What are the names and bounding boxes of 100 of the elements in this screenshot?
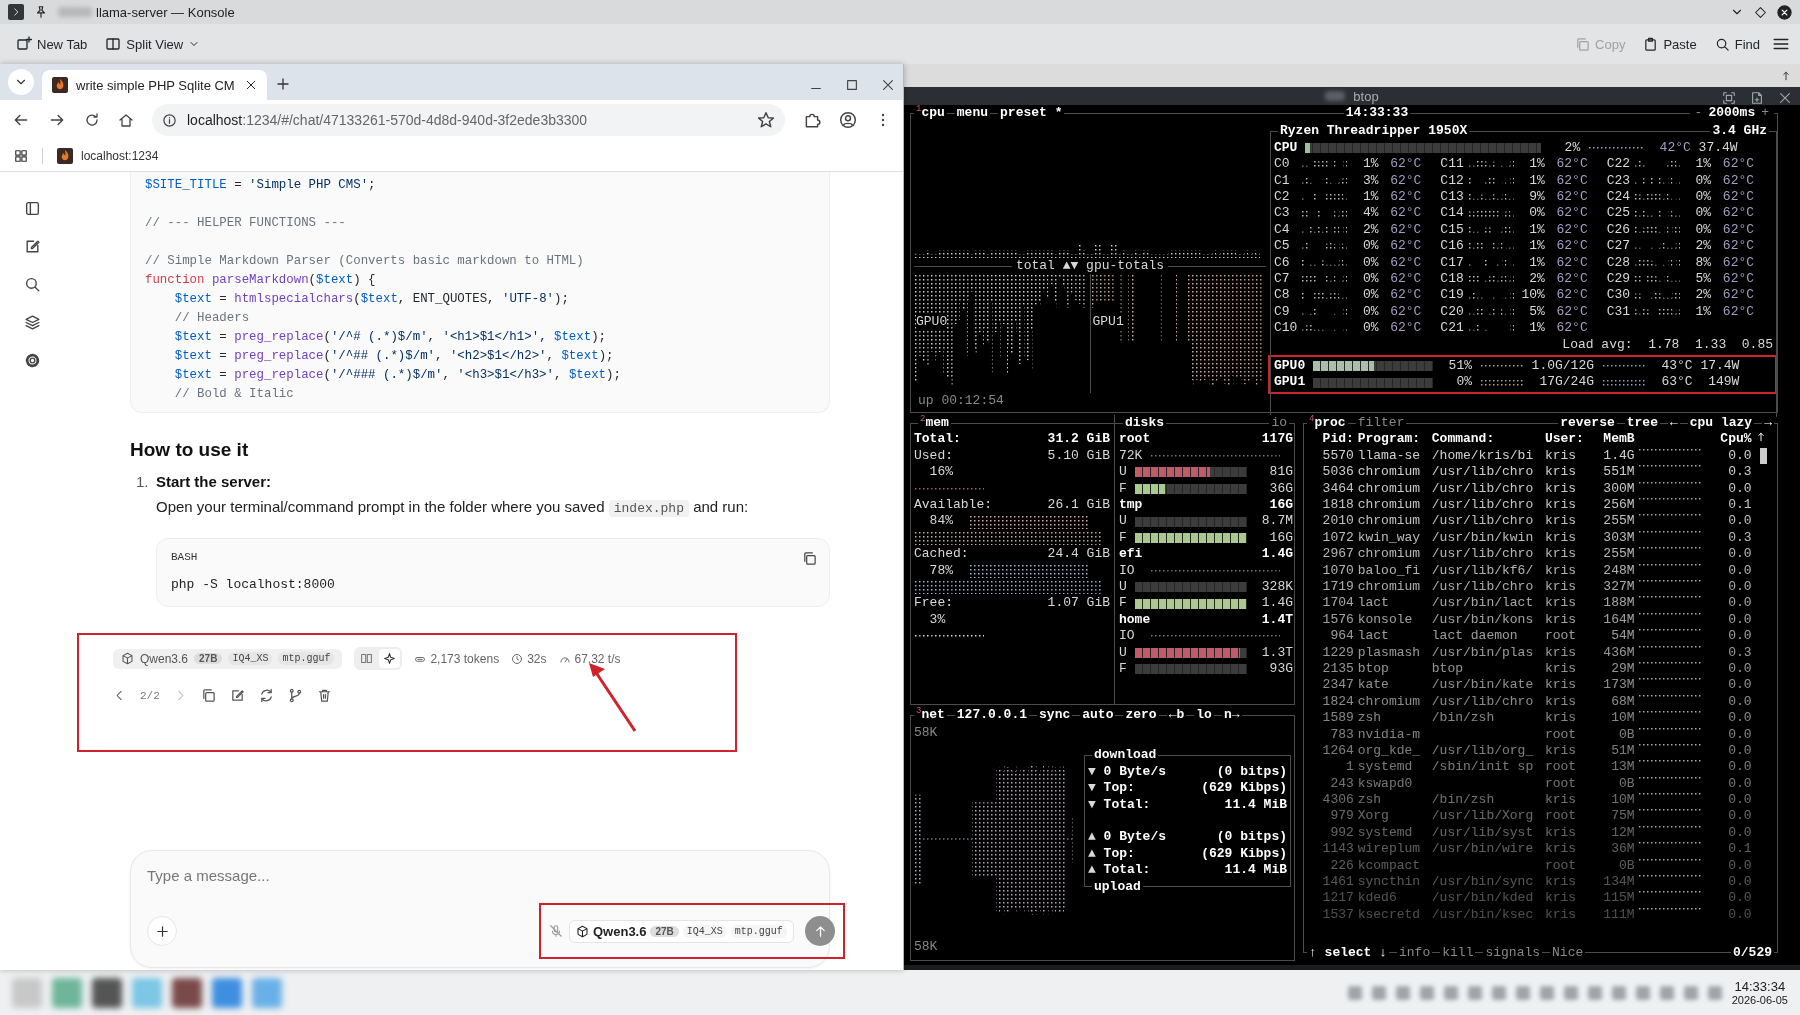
message-input[interactable]: Type a message... xyxy=(147,865,813,886)
column-header[interactable]: Pid: xyxy=(1307,431,1354,448)
action-button[interactable] xyxy=(258,688,274,703)
table-cell-text: 1461 xyxy=(1321,874,1354,891)
search-icon[interactable] xyxy=(24,276,41,293)
action-button[interactable] xyxy=(200,688,216,703)
sort-option[interactable]: cpu lazy xyxy=(1689,415,1753,432)
column-header[interactable]: Program: xyxy=(1357,431,1428,448)
maximize-icon[interactable] xyxy=(845,78,859,92)
close-icon[interactable] xyxy=(1778,91,1792,106)
table-cell-text: root xyxy=(1544,628,1578,645)
key-hint[interactable]: ↑ select ↓ xyxy=(1309,944,1387,961)
blurred-icon[interactable] xyxy=(172,977,202,1008)
disk-io: IO xyxy=(1119,562,1136,579)
interval-button[interactable]: - xyxy=(1694,105,1703,122)
core-label: C2 xyxy=(1274,189,1291,206)
column-header[interactable]: Command: xyxy=(1431,431,1541,448)
table-cell-text: 0B xyxy=(1617,857,1635,875)
stat-text: 67.32 t/s xyxy=(574,651,621,666)
pin-icon[interactable] xyxy=(34,5,48,19)
net-option[interactable]: lo xyxy=(1196,707,1212,724)
net-option[interactable]: 127.0.0.1 xyxy=(956,707,1028,724)
toolbar-button[interactable]: Split View xyxy=(99,32,207,56)
key-hint[interactable]: signals xyxy=(1485,944,1541,961)
net-option[interactable]: n→ xyxy=(1223,707,1240,724)
new-window-icon[interactable] xyxy=(1750,91,1764,106)
core-label: C28 xyxy=(1606,254,1632,271)
net-label: Total: xyxy=(1103,862,1151,879)
table-cell-text: 134M xyxy=(1602,874,1635,891)
table-cell-text: 36M xyxy=(1610,841,1635,858)
action-button[interactable] xyxy=(287,688,303,703)
address-bar[interactable]: localhost:1234/#/chat/47133261-570d-4d8d-940d-3f2ede3b3300 xyxy=(152,104,785,136)
toolbar-button[interactable]: Paste xyxy=(1637,32,1703,56)
info-icon[interactable] xyxy=(162,112,177,128)
core-temperature: 62°C xyxy=(1721,271,1755,288)
mic-off-icon[interactable] xyxy=(549,924,563,938)
model-chip[interactable]: Qwen3.6 27B IQ4_XS mtp.gguf xyxy=(569,919,794,943)
browser-tab[interactable]: write simple PHP Sqlite CM xyxy=(42,70,267,100)
bookmark-star-icon[interactable] xyxy=(757,111,775,129)
net-value: 11.4 MiB xyxy=(1224,862,1287,879)
key-hint[interactable]: Nice xyxy=(1552,944,1584,961)
model-chip[interactable]: Qwen3.6 27B IQ4_XS mtp.gguf xyxy=(113,648,343,669)
column-header[interactable]: Cpu% xyxy=(1712,431,1752,448)
net-option[interactable]: zero xyxy=(1125,707,1157,724)
column-header[interactable]: User: xyxy=(1544,431,1592,448)
close-icon[interactable] xyxy=(245,79,257,91)
net-option[interactable]: ←b xyxy=(1168,707,1185,724)
sort-option[interactable]: reverse xyxy=(1560,415,1615,432)
sidebar-toggle-icon[interactable] xyxy=(24,200,41,217)
table-cell-text: /usr/bin/ksec xyxy=(1431,906,1535,924)
fullscreen-icon[interactable] xyxy=(1722,91,1736,106)
close-icon[interactable] xyxy=(1777,4,1792,20)
interval-button[interactable]: + xyxy=(1761,105,1769,122)
net-label: 0 Byte/s xyxy=(1103,763,1166,781)
extensions-icon[interactable] xyxy=(803,111,821,129)
key-hint[interactable]: kill xyxy=(1442,944,1474,961)
code-language: BASH xyxy=(171,551,198,563)
profile-icon[interactable] xyxy=(839,111,857,129)
bookmark[interactable]: localhost:1234 xyxy=(57,147,159,164)
close-icon[interactable] xyxy=(881,78,895,92)
table-cell-text: zsh xyxy=(1357,792,1383,809)
core-label: C30 xyxy=(1606,287,1632,304)
column-header[interactable]: MemB xyxy=(1595,431,1635,448)
scroll-up-icon[interactable] xyxy=(1780,69,1792,82)
sort-option[interactable]: ← xyxy=(1669,415,1678,432)
sort-option[interactable]: → xyxy=(1764,415,1772,432)
panel-title: disks xyxy=(1125,415,1164,432)
copy-icon[interactable] xyxy=(802,551,817,566)
sort-option[interactable]: tree xyxy=(1626,415,1658,432)
table-cell-text: ksecretd xyxy=(1357,906,1422,924)
settings-icon[interactable] xyxy=(24,352,41,369)
menu-tab[interactable]: menu xyxy=(956,105,989,122)
apps-icon[interactable] xyxy=(14,148,28,163)
action-button[interactable] xyxy=(316,688,332,703)
taskbar-clock[interactable]: 14:33:34 2026-06-05 xyxy=(1731,979,1788,1006)
filter-option[interactable]: filter xyxy=(1357,415,1405,432)
net-option[interactable]: auto xyxy=(1082,707,1114,724)
meter-label: U xyxy=(1119,464,1128,481)
core-percent: 1% xyxy=(1528,254,1545,271)
send-button[interactable] xyxy=(805,916,835,946)
blurred-icon[interactable] xyxy=(92,977,122,1008)
scale-label: 58K xyxy=(914,938,939,955)
cpu-sparkline xyxy=(1638,906,1703,910)
action-button[interactable] xyxy=(229,688,245,703)
new-tab-button[interactable] xyxy=(275,76,291,92)
keep-above-icon[interactable] xyxy=(1754,5,1767,19)
toggle-button[interactable] xyxy=(379,649,401,668)
table-cell-text: /usr/bin/kded xyxy=(1431,890,1535,907)
layers-icon[interactable] xyxy=(24,314,41,331)
table-cell-text: kris xyxy=(1544,546,1578,563)
menu-tab[interactable]: preset * xyxy=(1000,105,1063,122)
attach-button[interactable] xyxy=(147,916,177,946)
scrollbar-thumb[interactable] xyxy=(1759,447,1767,464)
edit-icon[interactable] xyxy=(24,238,41,255)
toolbar-button[interactable]: New Tab xyxy=(10,32,94,56)
key-hint[interactable]: info xyxy=(1399,944,1431,961)
home-icon[interactable] xyxy=(118,112,134,128)
toolbar-button[interactable]: Find xyxy=(1708,32,1766,56)
reload-icon[interactable] xyxy=(84,112,100,128)
net-option[interactable]: sync xyxy=(1039,707,1071,724)
